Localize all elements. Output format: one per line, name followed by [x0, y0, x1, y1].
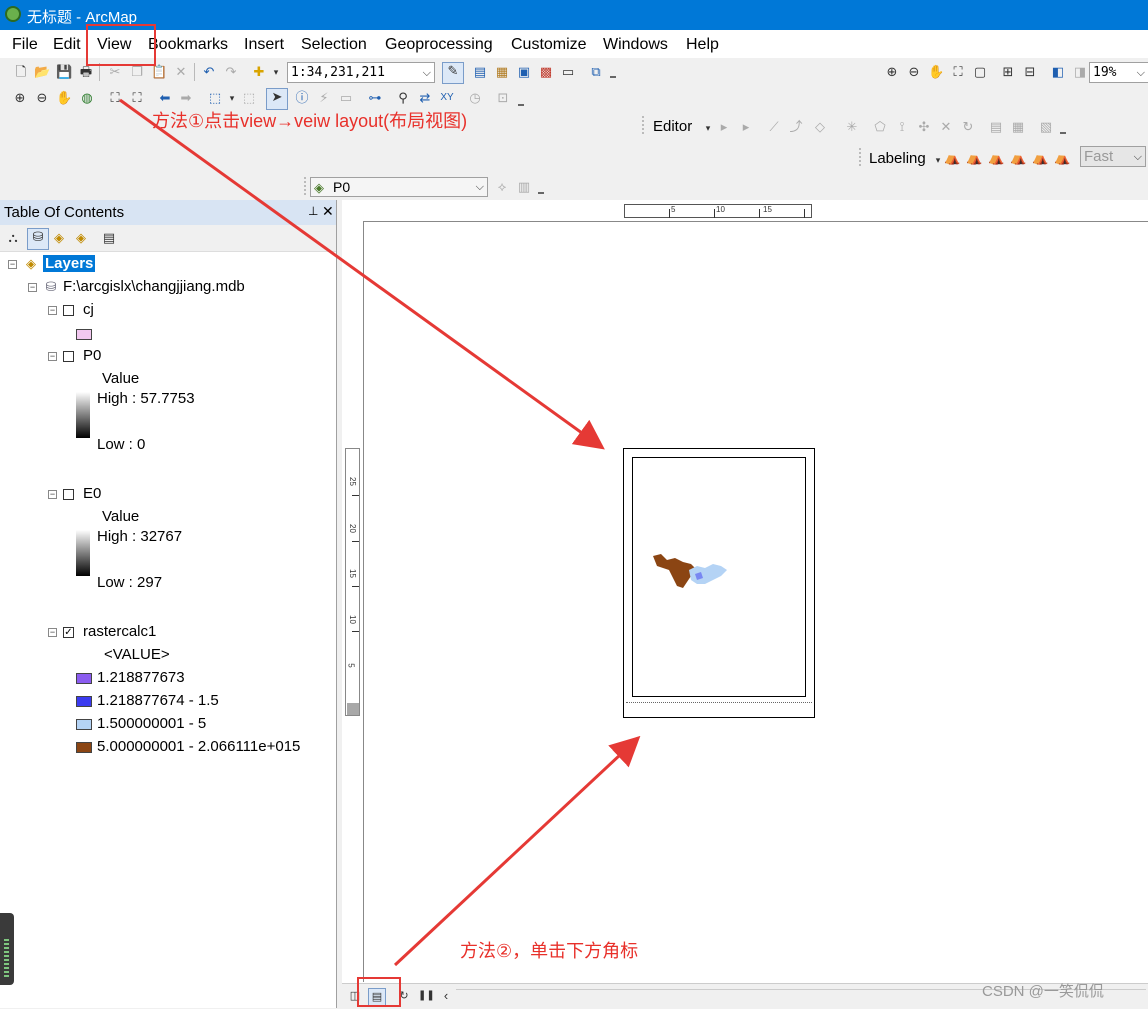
annotation-arrows — [119, 98, 641, 967]
arrow-to-page — [119, 98, 605, 450]
arrow-from-button — [393, 735, 641, 967]
watermark: CSDN @一笑侃侃 — [982, 983, 1104, 1000]
